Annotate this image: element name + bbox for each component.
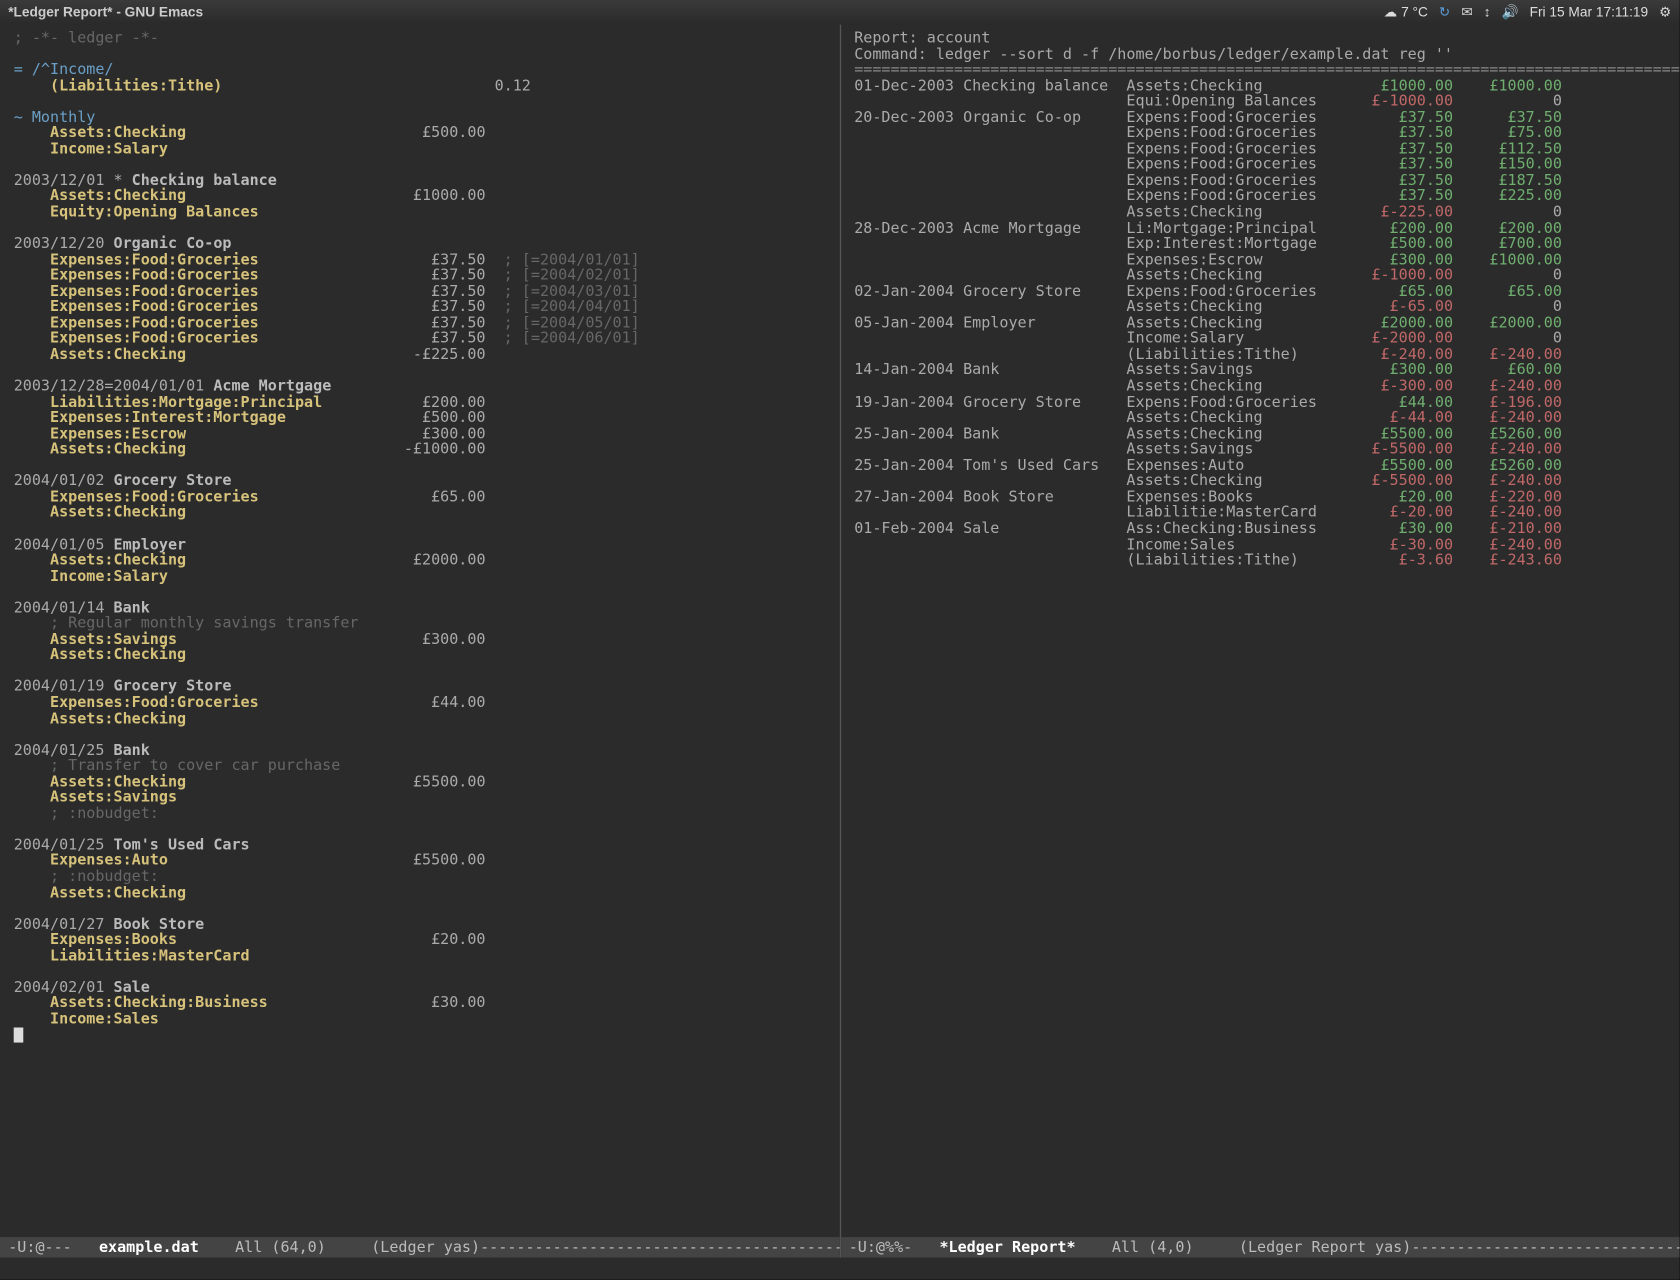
cloud-icon: ☁ [1384, 5, 1398, 20]
right-pane: Report: account Command: ledger --sort d… [840, 25, 1679, 1258]
system-tray: ☁ 7 °C ↻ ✉ ↕ 🔊 Fri 15 Mar 17:11:19 ⚙ [1384, 5, 1672, 20]
buffer-name: example.dat [99, 1238, 199, 1256]
modeline-dashes: ----------------------------------------… [1411, 1238, 1679, 1256]
left-modeline: -U:@--- example.dat All (64,0) (Ledger y… [0, 1237, 839, 1258]
left-pane: ; -*- ledger -*- = /^Income/ (Liabilitie… [0, 25, 840, 1258]
refresh-icon[interactable]: ↻ [1439, 5, 1450, 20]
network-icon[interactable]: ↕ [1484, 5, 1491, 20]
text-cursor [14, 1027, 24, 1042]
clock[interactable]: Fri 15 Mar 17:11:19 [1530, 5, 1649, 20]
mail-icon[interactable]: ✉ [1461, 5, 1472, 20]
buffer-name: *Ledger Report* [939, 1238, 1075, 1256]
right-modeline: -U:@%%- *Ledger Report* All (4,0) (Ledge… [840, 1237, 1679, 1258]
weather-indicator[interactable]: ☁ 7 °C [1384, 5, 1428, 20]
minibuffer[interactable] [0, 1258, 1680, 1280]
modeline-dashes: ----------------------------------------… [480, 1238, 839, 1256]
ledger-report-buffer[interactable]: Report: account Command: ledger --sort d… [840, 25, 1679, 1237]
gear-icon[interactable]: ⚙ [1659, 5, 1671, 20]
ledger-source-buffer[interactable]: ; -*- ledger -*- = /^Income/ (Liabilitie… [0, 25, 839, 1237]
desktop-topbar: *Ledger Report* - GNU Emacs ☁ 7 °C ↻ ✉ ↕… [0, 0, 1680, 25]
volume-icon[interactable]: 🔊 [1502, 5, 1519, 20]
window-title: *Ledger Report* - GNU Emacs [8, 5, 203, 20]
